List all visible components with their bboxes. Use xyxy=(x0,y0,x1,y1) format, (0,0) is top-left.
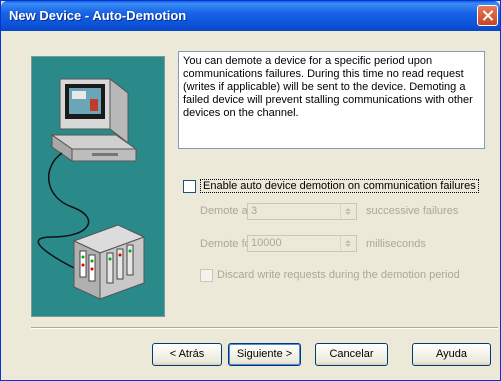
close-icon[interactable] xyxy=(477,5,498,26)
next-button[interactable]: Siguiente > xyxy=(228,343,301,366)
demote-after-spinner: 3 xyxy=(247,203,357,220)
discard-writes-checkbox xyxy=(200,269,213,282)
back-button[interactable]: < Atrás xyxy=(152,343,222,366)
device-rack-icon xyxy=(72,224,146,300)
wizard-window: New Device - Auto-Demotion You can demot… xyxy=(0,0,501,381)
demote-for-spinner: 10000 xyxy=(247,235,357,252)
description-box: You can demote a device for a specific p… xyxy=(178,51,485,149)
spinner-arrows-icon xyxy=(340,204,356,219)
title-bar[interactable]: New Device - Auto-Demotion xyxy=(1,1,500,31)
computer-icon xyxy=(50,77,138,162)
enable-demotion-checkbox[interactable] xyxy=(183,180,196,193)
footer-separator xyxy=(31,327,498,329)
cancel-button[interactable]: Cancelar xyxy=(315,343,388,366)
demote-after-suffix: successive failures xyxy=(366,205,459,217)
discard-writes-label: Discard write requests during the demoti… xyxy=(217,269,460,281)
wizard-illustration xyxy=(31,56,165,317)
window-title: New Device - Auto-Demotion xyxy=(9,8,187,23)
spinner-arrows-icon xyxy=(340,236,356,251)
enable-demotion-label[interactable]: Enable auto device demotion on communica… xyxy=(200,179,479,193)
help-button[interactable]: Ayuda xyxy=(412,343,491,366)
demote-after-value: 3 xyxy=(251,205,258,217)
demote-for-value: 10000 xyxy=(251,237,282,249)
demote-for-suffix: milliseconds xyxy=(366,238,426,250)
illustration-svg xyxy=(37,77,146,300)
